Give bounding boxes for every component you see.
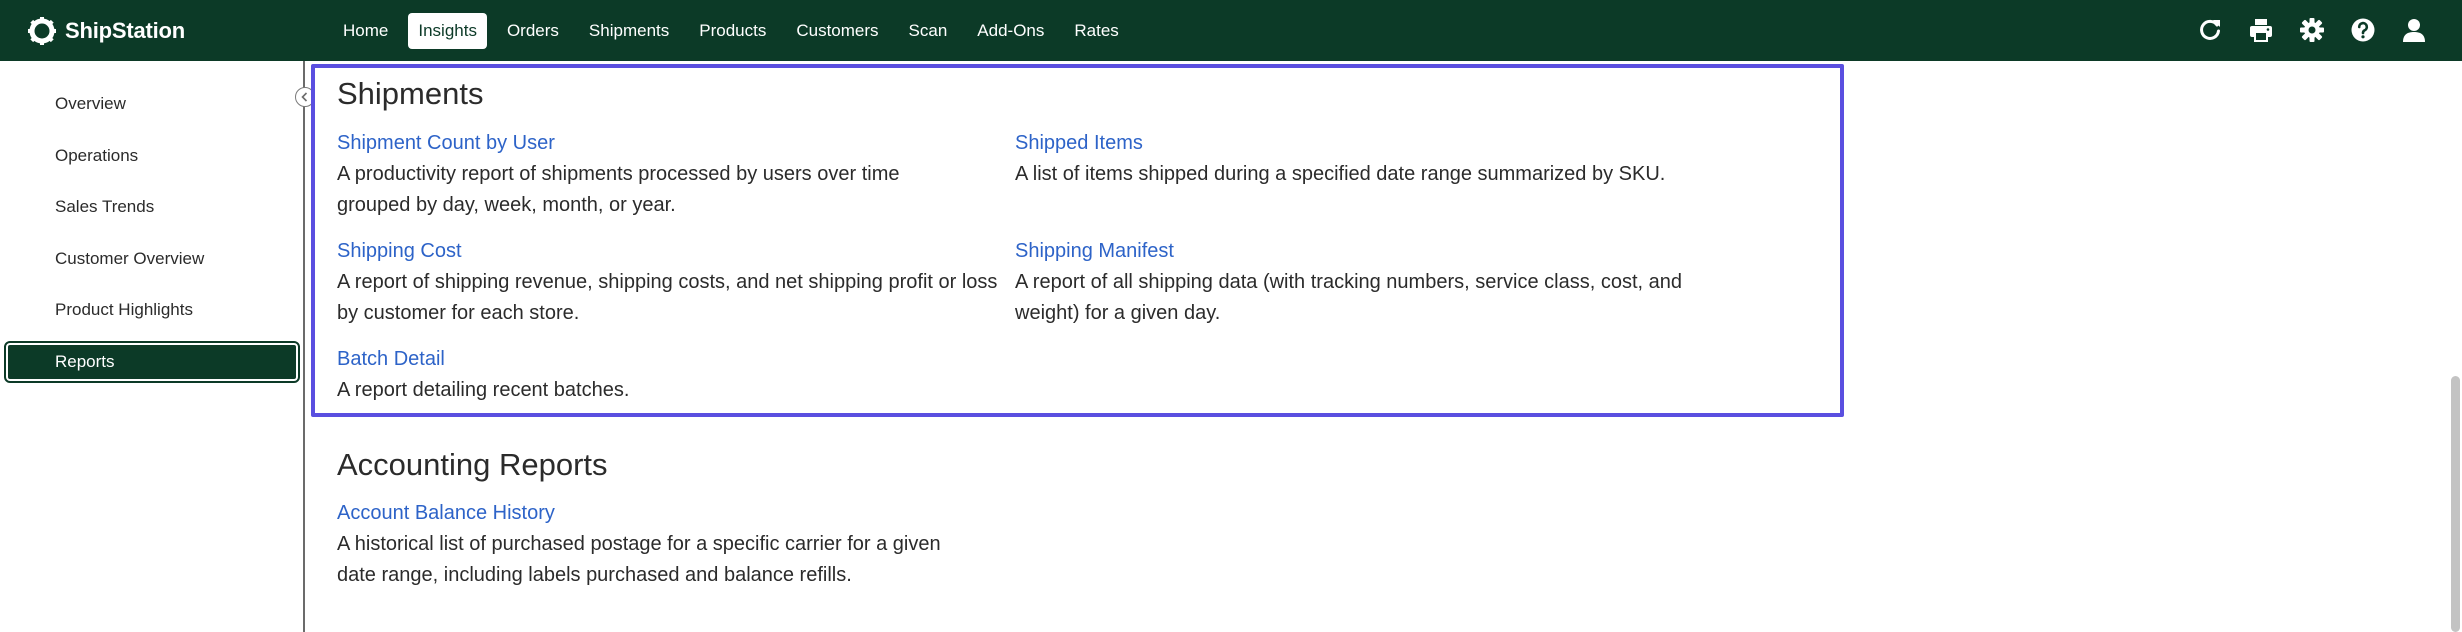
report-link-shipping-cost[interactable]: Shipping Cost (337, 240, 462, 263)
report-description: A report of shipping revenue, shipping c… (337, 271, 998, 324)
report-description: A report detailing recent batches. (337, 379, 630, 401)
sidebar-item-reports[interactable]: Reports (4, 341, 300, 383)
sidebar-item-customer-overview[interactable]: Customer Overview (6, 240, 298, 278)
report-link-shipment-count-by-user[interactable]: Shipment Count by User (337, 132, 555, 155)
nav-item-home[interactable]: Home (333, 13, 398, 49)
sidebar-item-product-highlights[interactable]: Product Highlights (6, 291, 298, 329)
main-nav: Home Insights Orders Shipments Products … (333, 12, 1139, 50)
report-link-batch-detail[interactable]: Batch Detail (337, 348, 445, 371)
report-link-shipping-manifest[interactable]: Shipping Manifest (1015, 240, 1174, 263)
print-icon[interactable] (2247, 16, 2275, 44)
insights-sidebar: Overview Operations Sales Trends Custome… (0, 61, 305, 632)
report-description: A report of all shipping data (with trac… (1015, 271, 1682, 324)
section-title-accounting-reports: Accounting Reports (337, 447, 608, 482)
nav-item-products[interactable]: Products (689, 13, 776, 49)
report-description: A productivity report of shipments proce… (337, 163, 900, 216)
nav-item-customers[interactable]: Customers (786, 13, 888, 49)
refresh-icon[interactable] (2196, 16, 2224, 44)
app-name: ShipStation (65, 18, 186, 43)
shipstation-logo[interactable]: ShipStation (28, 16, 185, 46)
nav-item-insights[interactable]: Insights (408, 13, 487, 49)
report-description: A historical list of purchased postage f… (337, 533, 941, 586)
chevron-left-icon (301, 92, 308, 102)
nav-item-shipments[interactable]: Shipments (579, 13, 679, 49)
page-scrollbar-thumb[interactable] (2451, 376, 2460, 632)
nav-item-rates[interactable]: Rates (1064, 13, 1128, 49)
sidebar-item-operations[interactable]: Operations (6, 137, 298, 175)
report-description: A list of items shipped during a specifi… (1015, 163, 1666, 185)
user-icon[interactable] (2400, 16, 2428, 44)
help-icon[interactable] (2349, 16, 2377, 44)
sidebar-item-sales-trends[interactable]: Sales Trends (6, 188, 298, 226)
section-title-shipments: Shipments (337, 76, 484, 111)
gear-icon[interactable] (2298, 16, 2326, 44)
top-navigation-bar: ShipStation Home Insights Orders Shipmen… (0, 0, 2462, 61)
report-link-shipped-items[interactable]: Shipped Items (1015, 132, 1143, 155)
header-actions (2196, 15, 2428, 45)
report-link-account-balance-history[interactable]: Account Balance History (337, 502, 555, 525)
nav-item-add-ons[interactable]: Add-Ons (967, 13, 1054, 49)
nav-item-orders[interactable]: Orders (497, 13, 569, 49)
sidebar-item-overview[interactable]: Overview (6, 85, 298, 123)
nav-item-scan[interactable]: Scan (899, 13, 958, 49)
shipstation-logo-icon (28, 17, 56, 45)
